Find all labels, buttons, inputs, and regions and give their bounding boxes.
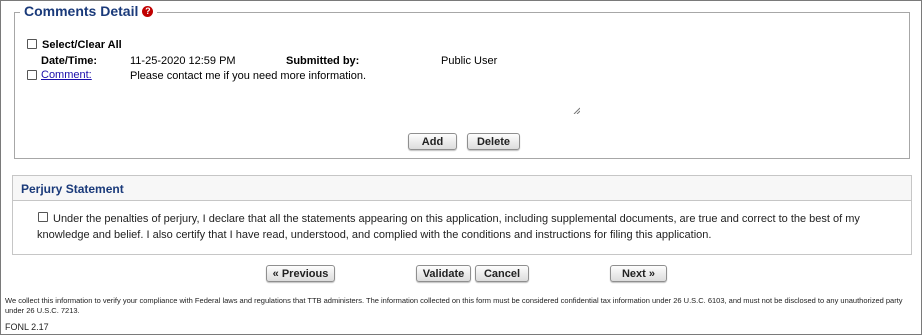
comment-text[interactable]: Please contact me if you need more infor… xyxy=(130,70,366,82)
submitted-by-value: Public User xyxy=(441,55,498,67)
date-time-value: 11-25-2020 12:59 PM xyxy=(130,55,236,67)
validate-button[interactable]: Validate xyxy=(416,265,471,282)
privacy-notice: We collect this information to verify yo… xyxy=(5,296,903,315)
submitted-by-label: Submitted by: xyxy=(286,55,360,67)
next-button[interactable]: Next » xyxy=(610,265,667,282)
comment-link[interactable]: Comment: xyxy=(41,69,92,81)
previous-button[interactable]: « Previous xyxy=(266,265,335,282)
perjury-statement-text: Under the penalties of perjury, I declar… xyxy=(37,211,897,243)
comments-detail-panel: Comments Detail ? Select/Clear All Date/… xyxy=(14,3,910,159)
help-icon[interactable]: ? xyxy=(142,5,154,17)
comments-detail-title: Comments Detail xyxy=(24,3,139,19)
delete-button[interactable]: Delete xyxy=(467,133,520,150)
select-all-checkbox[interactable] xyxy=(27,39,37,49)
perjury-statement-title: Perjury Statement xyxy=(21,182,124,196)
page-frame: Comments Detail ? Select/Clear All Date/… xyxy=(0,0,922,335)
perjury-statement-body: Under the penalties of perjury, I declar… xyxy=(37,213,860,241)
comments-detail-legend: Comments Detail ? xyxy=(20,3,158,19)
cancel-button[interactable]: Cancel xyxy=(475,265,529,282)
add-button[interactable]: Add xyxy=(408,133,457,150)
date-time-label: Date/Time: xyxy=(41,55,98,67)
textarea-resize-grip-icon[interactable] xyxy=(573,107,580,114)
perjury-statement-header: Perjury Statement xyxy=(13,176,911,201)
select-all-label: Select/Clear All xyxy=(42,39,122,51)
perjury-statement-panel: Perjury Statement Under the penalties of… xyxy=(12,175,912,255)
form-version: FONL 2.17 xyxy=(5,322,49,332)
comment-checkbox[interactable] xyxy=(27,70,37,80)
